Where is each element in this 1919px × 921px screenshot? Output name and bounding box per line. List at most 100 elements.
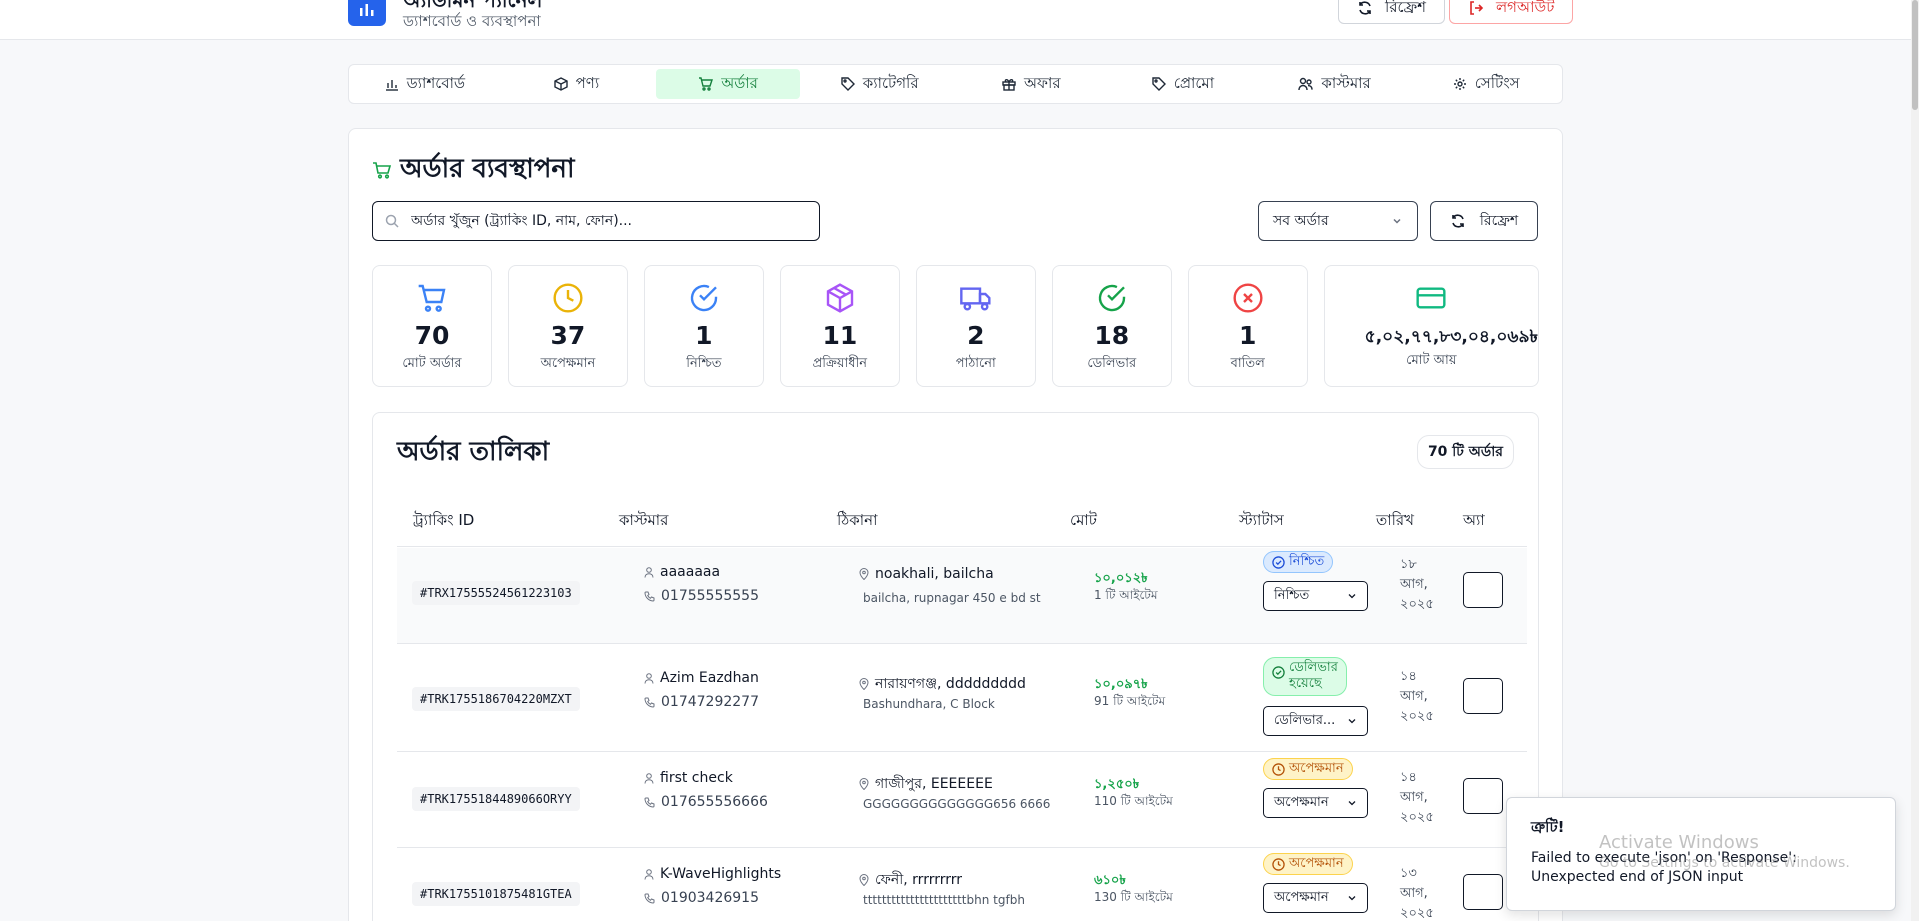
customer-phone-text: 01903426915 bbox=[661, 890, 759, 906]
stat-card-confirmed: 1 নিশ্চিত bbox=[643, 265, 764, 387]
header-refresh-label: রিফ্রেশ bbox=[1385, 0, 1426, 16]
order-date: ১৩ আগ, ২০২৫ bbox=[1400, 864, 1444, 921]
map-pin-icon bbox=[859, 678, 869, 690]
date-month: আগ, bbox=[1400, 689, 1428, 704]
toast-message: Failed to execute 'json' on 'Response': … bbox=[1531, 849, 1871, 887]
tab-label: পণ্য bbox=[575, 73, 600, 92]
item-count: 110 টি আইটেম bbox=[1094, 794, 1173, 808]
address: ফেনী, rrrrrrrrr bbox=[859, 868, 962, 892]
stat-card-processing: 11 প্রক্রিয়াধীন bbox=[779, 265, 900, 387]
status-select-value: নিশ্চিত bbox=[1274, 587, 1310, 603]
logout-label: লগআউট bbox=[1496, 0, 1555, 16]
stat-label: ডেলিভার bbox=[1087, 355, 1137, 371]
tab-orders[interactable]: অর্ডার bbox=[656, 69, 800, 99]
tab-products[interactable]: পণ্য bbox=[505, 69, 649, 99]
address-text: noakhali, bailcha bbox=[875, 566, 994, 582]
customer-phone-text: 01755555555 bbox=[661, 588, 759, 604]
stat-card-delivered: 18 ডেলিভার bbox=[1051, 265, 1172, 387]
view-order-button[interactable] bbox=[1463, 572, 1503, 608]
customer-phone: 01747292277 bbox=[644, 694, 759, 710]
page-scrollbar[interactable] bbox=[1911, 0, 1919, 921]
col-header-tracking[interactable]: ট্র্যাকিং ID bbox=[413, 509, 474, 534]
phone-icon bbox=[644, 797, 655, 808]
status-select[interactable]: ডেলিভার... bbox=[1263, 706, 1368, 736]
col-header-total[interactable]: মোট bbox=[1070, 509, 1097, 534]
tab-customers[interactable]: কাস্টমার bbox=[1263, 69, 1407, 99]
item-count: 91 টি আইটেম bbox=[1094, 694, 1166, 708]
check-circle-icon bbox=[1272, 666, 1285, 679]
status-badge-text: ডেলিভার হয়েছে bbox=[1289, 660, 1338, 693]
col-header-actions[interactable]: অ্যা bbox=[1463, 509, 1485, 534]
refresh-button[interactable]: রিফ্রেশ bbox=[1430, 201, 1538, 241]
app-subtitle: ড্যাশবোর্ড ও ব্যবস্থাপনা bbox=[403, 12, 541, 30]
col-header-status[interactable]: স্ট্যাটাস bbox=[1239, 509, 1284, 534]
date-day: ১৪ bbox=[1400, 770, 1417, 785]
scrollbar-thumb[interactable] bbox=[1912, 0, 1918, 110]
error-toast[interactable]: ত্রুটি! Failed to execute 'json' on 'Res… bbox=[1506, 797, 1896, 911]
view-order-button[interactable] bbox=[1463, 874, 1503, 910]
view-order-button[interactable] bbox=[1463, 778, 1503, 814]
address-detail: bailcha, rupnagar 450 e bd st bbox=[863, 591, 1041, 605]
col-header-address[interactable]: ঠিকানা bbox=[837, 509, 877, 534]
col-header-date[interactable]: তারিখ bbox=[1376, 509, 1414, 534]
item-count: 130 টি আইটেম bbox=[1094, 890, 1173, 904]
table-header: ট্র্যাকিং ID কাস্টমার ঠিকানা মোট স্ট্যাট… bbox=[397, 475, 1527, 547]
header-refresh-button[interactable]: রিফ্রেশ bbox=[1338, 0, 1445, 24]
chevron-down-icon bbox=[1348, 896, 1356, 901]
user-icon bbox=[644, 772, 654, 784]
tab-label: প্রোমো bbox=[1173, 73, 1215, 92]
stat-card-shipped: 2 পাঠানো bbox=[915, 265, 1036, 387]
col-header-customer[interactable]: কাস্টমার bbox=[619, 509, 668, 534]
status-select[interactable]: অপেক্ষমান bbox=[1263, 788, 1368, 818]
tag-icon bbox=[1152, 77, 1166, 91]
address-text: নারায়ণগঞ্জ, ddddddddd bbox=[875, 676, 1026, 692]
logout-button[interactable]: লগআউট bbox=[1449, 0, 1574, 24]
box-icon bbox=[553, 77, 568, 91]
check-circle-icon bbox=[690, 284, 718, 312]
status-select[interactable]: অপেক্ষমান bbox=[1263, 883, 1368, 913]
date-year: ২০২৫ bbox=[1400, 597, 1434, 612]
customer-name-text: K-WaveHighlights bbox=[660, 866, 782, 882]
table-row[interactable]: #TRX17555524561223103 aaaaaaa 0175555555… bbox=[397, 548, 1527, 644]
tab-promo[interactable]: প্রোমো bbox=[1111, 69, 1255, 99]
customer-phone-text: 01747292277 bbox=[661, 694, 759, 710]
status-filter-select[interactable]: সব অর্ডার bbox=[1258, 201, 1418, 241]
tab-categories[interactable]: ক্যাটেগরি bbox=[808, 69, 952, 99]
bar-chart-icon bbox=[385, 80, 398, 91]
order-search[interactable] bbox=[372, 201, 820, 241]
search-input[interactable] bbox=[411, 213, 791, 229]
tab-offers[interactable]: অফার bbox=[960, 69, 1104, 99]
stat-card-total-orders: 70 মোট অর্ডার bbox=[372, 265, 492, 387]
customer-name: aaaaaaa bbox=[644, 564, 720, 580]
order-date: ১৪ আগ, ২০২৫ bbox=[1400, 768, 1444, 828]
stats-row: 70 মোট অর্ডার 37 অপেক্ষমান 1 নিশ্চিত 11 … bbox=[372, 265, 1539, 387]
date-day: ১৪ bbox=[1400, 669, 1417, 684]
address-text: ফেনী, rrrrrrrrr bbox=[875, 872, 963, 888]
customer-phone: 01755555555 bbox=[644, 588, 759, 604]
customer-name: K-WaveHighlights bbox=[644, 866, 781, 882]
status-select[interactable]: নিশ্চিত bbox=[1263, 581, 1368, 611]
view-order-button[interactable] bbox=[1463, 678, 1503, 714]
top-header: অ্যাডমিন প্যানেল ড্যাশবোর্ড ও ব্যবস্থাপন… bbox=[0, 0, 1919, 40]
table-row[interactable]: #TRK1755186704220MZXT Azim Eazdhan 01747… bbox=[397, 644, 1527, 752]
refresh-icon bbox=[1359, 1, 1371, 15]
table-title: অর্ডার তালিকা bbox=[397, 437, 550, 467]
stat-value: 1 bbox=[695, 321, 713, 350]
table-row[interactable]: #TRK1755184489066ORYY first check 017655… bbox=[397, 752, 1527, 848]
status-badge: ডেলিভার হয়েছে bbox=[1263, 657, 1347, 696]
tab-dashboard[interactable]: ড্যাশবোর্ড bbox=[353, 69, 497, 99]
table-row[interactable]: #TRK1755101875481GTEA K-WaveHighlights 0… bbox=[397, 848, 1527, 921]
users-icon bbox=[1298, 77, 1314, 91]
stat-value: 18 bbox=[1094, 321, 1130, 350]
tab-settings[interactable]: সেটিংস bbox=[1414, 69, 1558, 99]
item-count: 1 টি আইটেম bbox=[1094, 588, 1158, 602]
order-count-badge: 70 টি অর্ডার bbox=[1416, 435, 1514, 469]
stat-value: 70 bbox=[414, 321, 450, 350]
refresh-label: রিফ্রেশ bbox=[1479, 213, 1519, 229]
stat-value: 37 bbox=[550, 321, 586, 350]
stat-value: ৫,০২,৭৭,৮৩,০৪,০৬৯৳ bbox=[1364, 327, 1538, 347]
address-detail: Bashundhara, C Block bbox=[863, 697, 995, 711]
status-badge-line: ডেলিভার bbox=[1289, 660, 1338, 675]
main-nav: ড্যাশবোর্ড পণ্য অর্ডার ক্যাটেগরি অফার প্… bbox=[348, 64, 1563, 104]
address: noakhali, bailcha bbox=[859, 566, 994, 582]
